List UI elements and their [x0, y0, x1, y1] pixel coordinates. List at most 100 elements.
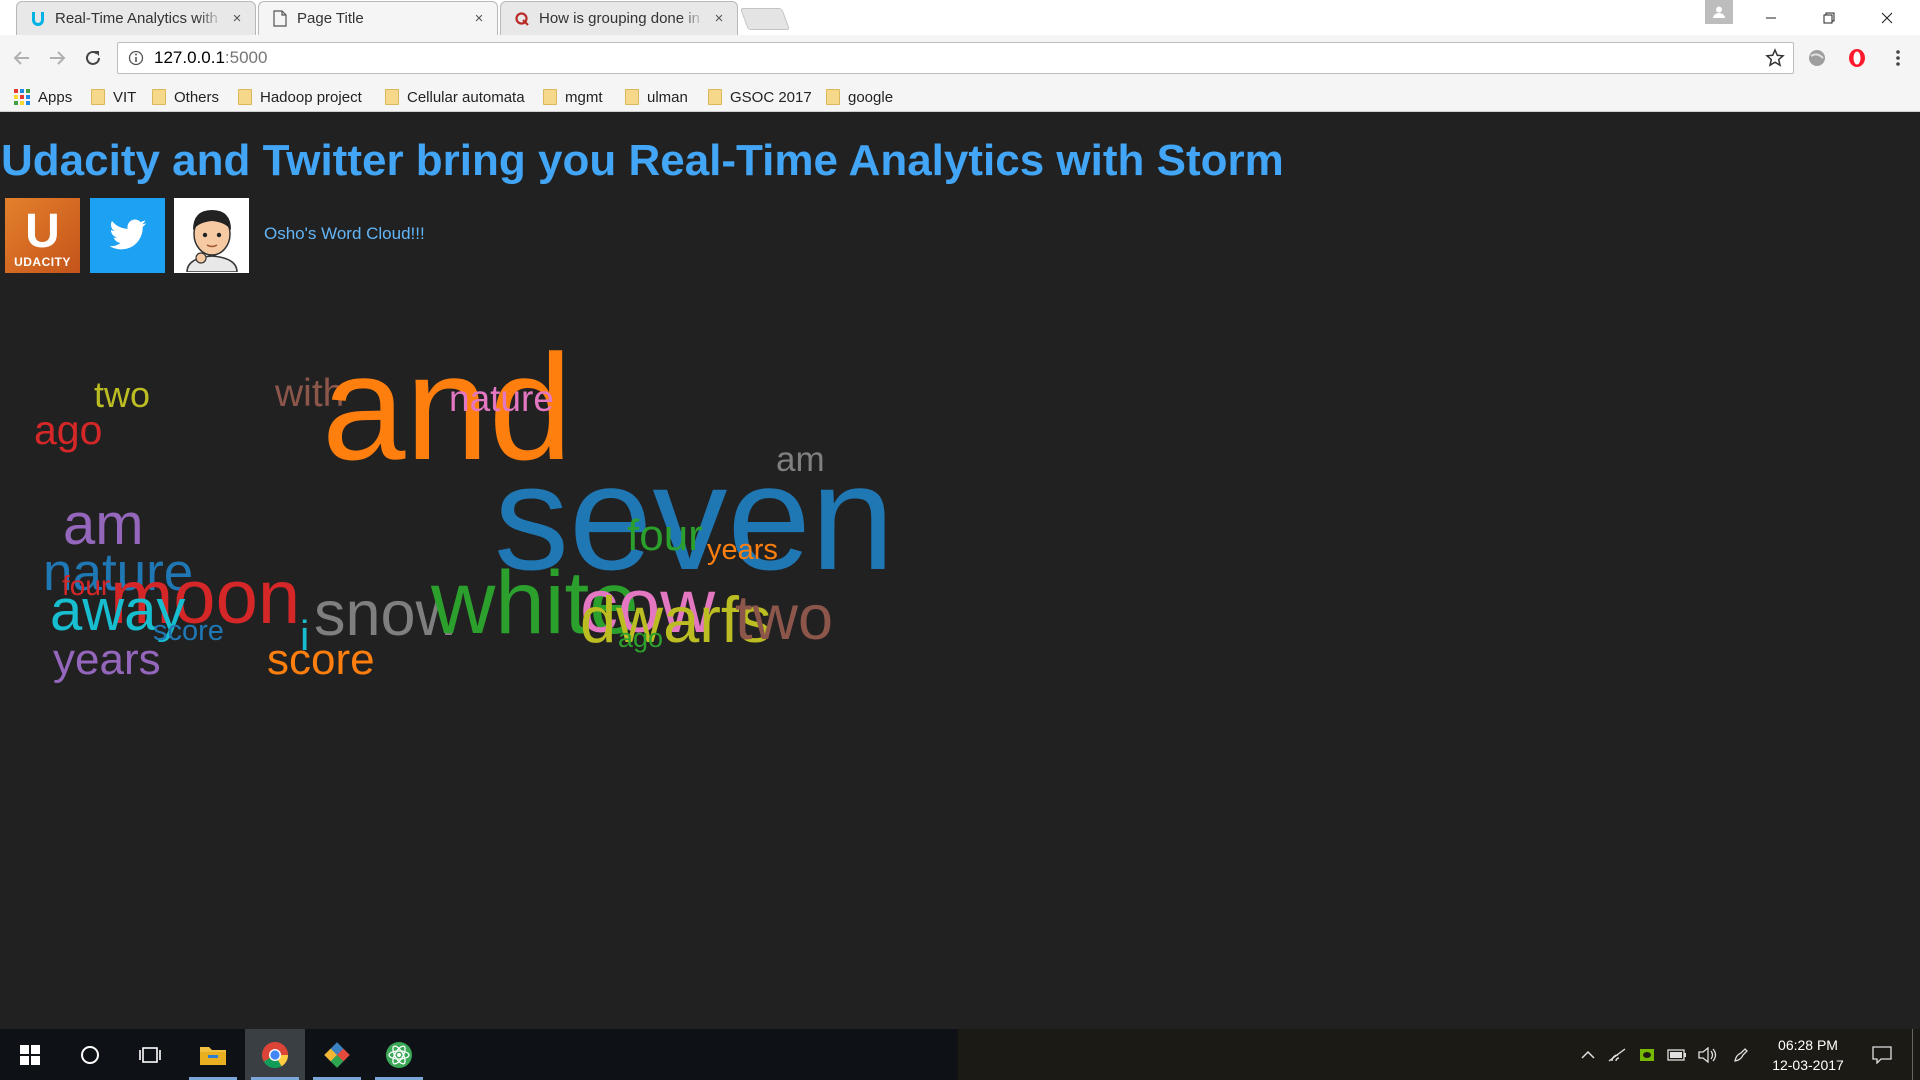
cloud-word-two: two	[735, 583, 834, 653]
tab-real-time-analytics[interactable]: Real-Time Analytics with ×	[16, 1, 256, 35]
url-host: 127.0.0.1	[154, 48, 225, 67]
url-port: :5000	[224, 48, 268, 67]
pen-icon[interactable]	[1728, 1029, 1754, 1080]
person-icon	[1713, 6, 1725, 18]
bookmark-label: mgmt	[565, 88, 603, 106]
minimize-button[interactable]	[1742, 0, 1800, 35]
chrome-icon	[262, 1041, 289, 1068]
bookmark-label: google	[848, 88, 894, 106]
bookmark-google[interactable]: google	[826, 83, 893, 111]
file-explorer-taskbar[interactable]	[183, 1029, 243, 1080]
folder-icon	[826, 89, 840, 105]
notifications-icon[interactable]	[1864, 1029, 1900, 1080]
word-cloud: two ago with and nature am am seven four…	[0, 112, 1920, 1029]
close-icon[interactable]: ×	[471, 10, 487, 27]
git-taskbar[interactable]	[307, 1029, 367, 1080]
profile-button[interactable]	[1705, 0, 1733, 24]
tab-quora[interactable]: How is grouping done in ×	[500, 1, 738, 35]
bookmark-label: VIT	[113, 88, 137, 106]
apps-grid-icon	[14, 89, 30, 105]
quora-icon	[513, 10, 531, 28]
bookmark-ulman[interactable]: ulman	[625, 83, 688, 111]
cloud-word-two: two	[94, 374, 151, 415]
start-button[interactable]	[0, 1029, 60, 1080]
tab-strip: Real-Time Analytics with × Page Title × …	[0, 0, 1920, 35]
bookmark-label: GSOC 2017	[730, 88, 812, 106]
folder-icon	[200, 1046, 226, 1065]
volume-icon[interactable]	[1694, 1029, 1720, 1080]
bookmark-mgmt[interactable]: mgmt	[543, 83, 603, 111]
opera-vpn-icon[interactable]	[1845, 46, 1869, 70]
cloud-word-score: score	[153, 615, 224, 647]
page-icon	[271, 10, 289, 28]
wifi-icon[interactable]	[1604, 1029, 1630, 1080]
star-icon[interactable]	[1765, 48, 1785, 73]
restore-icon	[1823, 12, 1835, 23]
taskbar: 06:28 PM 12-03-2017	[0, 1029, 1920, 1080]
tab-title: Real-Time Analytics with	[55, 10, 218, 27]
task-view-button[interactable]	[120, 1029, 180, 1080]
folder-icon	[91, 89, 105, 105]
bookmark-label: ulman	[647, 88, 688, 106]
reload-icon	[86, 50, 100, 65]
info-icon[interactable]	[128, 50, 144, 66]
cloud-word-years: years	[707, 534, 778, 566]
extension-globe-icon[interactable]	[1805, 46, 1829, 70]
bookmark-hadoop-project[interactable]: Hadoop project	[238, 83, 362, 111]
folder-icon	[385, 89, 399, 105]
tab-title: How is grouping done in	[539, 10, 700, 27]
folder-icon	[238, 89, 252, 105]
bookmark-label: Hadoop project	[260, 88, 362, 106]
close-icon	[1881, 12, 1893, 23]
circle-icon	[81, 1045, 99, 1064]
new-tab-button[interactable]	[739, 8, 791, 30]
forward-button[interactable]	[44, 45, 70, 71]
bookmark-others[interactable]: Others	[152, 83, 219, 111]
folder-icon	[625, 89, 639, 105]
clock-time: 06:28 PM	[1778, 1037, 1838, 1053]
nvidia-icon[interactable]	[1634, 1029, 1660, 1080]
folder-icon	[543, 89, 557, 105]
arrow-left-icon	[13, 51, 29, 65]
bookmark-cellular-automata[interactable]: Cellular automata	[385, 83, 525, 111]
windows-icon	[20, 1044, 40, 1065]
cloud-word-nature: nature	[449, 378, 554, 419]
close-window-button[interactable]	[1858, 0, 1916, 35]
minimize-icon	[1766, 17, 1776, 18]
cortana-button[interactable]	[60, 1029, 120, 1080]
close-icon[interactable]: ×	[711, 10, 727, 27]
folder-icon	[708, 89, 722, 105]
bookmark-label: Cellular automata	[407, 88, 525, 106]
bookmark-apps[interactable]: Apps	[14, 83, 72, 111]
clock-date: 12-03-2017	[1772, 1057, 1844, 1073]
back-button[interactable]	[9, 45, 35, 71]
cloud-word-ago: ago	[618, 623, 664, 653]
system-clock[interactable]: 06:28 PM 12-03-2017	[1760, 1035, 1856, 1075]
git-icon	[324, 1041, 350, 1068]
atom-icon	[386, 1041, 412, 1068]
battery-icon[interactable]	[1664, 1029, 1690, 1080]
arrow-right-icon	[50, 51, 66, 65]
cloud-word-years: years	[53, 635, 161, 684]
restore-button[interactable]	[1800, 0, 1858, 35]
menu-icon[interactable]	[1886, 46, 1910, 70]
cloud-word-score: score	[267, 635, 375, 684]
close-icon[interactable]: ×	[229, 10, 245, 27]
bookmark-label: Apps	[38, 88, 73, 106]
udacity-icon	[29, 10, 47, 28]
page-content: Udacity and Twitter bring you Real-Time …	[0, 112, 1920, 1029]
reload-button[interactable]	[80, 45, 106, 71]
tab-title: Page Title	[297, 10, 364, 27]
chevron-up-icon[interactable]	[1576, 1029, 1600, 1080]
bookmark-vit[interactable]: VIT	[91, 83, 136, 111]
bookmark-gsoc-2017[interactable]: GSOC 2017	[708, 83, 812, 111]
tab-page-title[interactable]: Page Title ×	[258, 1, 498, 35]
atom-taskbar[interactable]	[369, 1029, 429, 1080]
task-view-icon	[139, 1046, 161, 1063]
address-bar[interactable]: 127.0.0.1:5000	[117, 42, 1794, 74]
bookmark-label: Others	[174, 88, 220, 106]
show-desktop-button[interactable]	[1912, 1029, 1920, 1080]
cloud-word-ago: ago	[34, 407, 103, 453]
chrome-taskbar[interactable]	[245, 1029, 305, 1080]
folder-icon	[152, 89, 166, 105]
